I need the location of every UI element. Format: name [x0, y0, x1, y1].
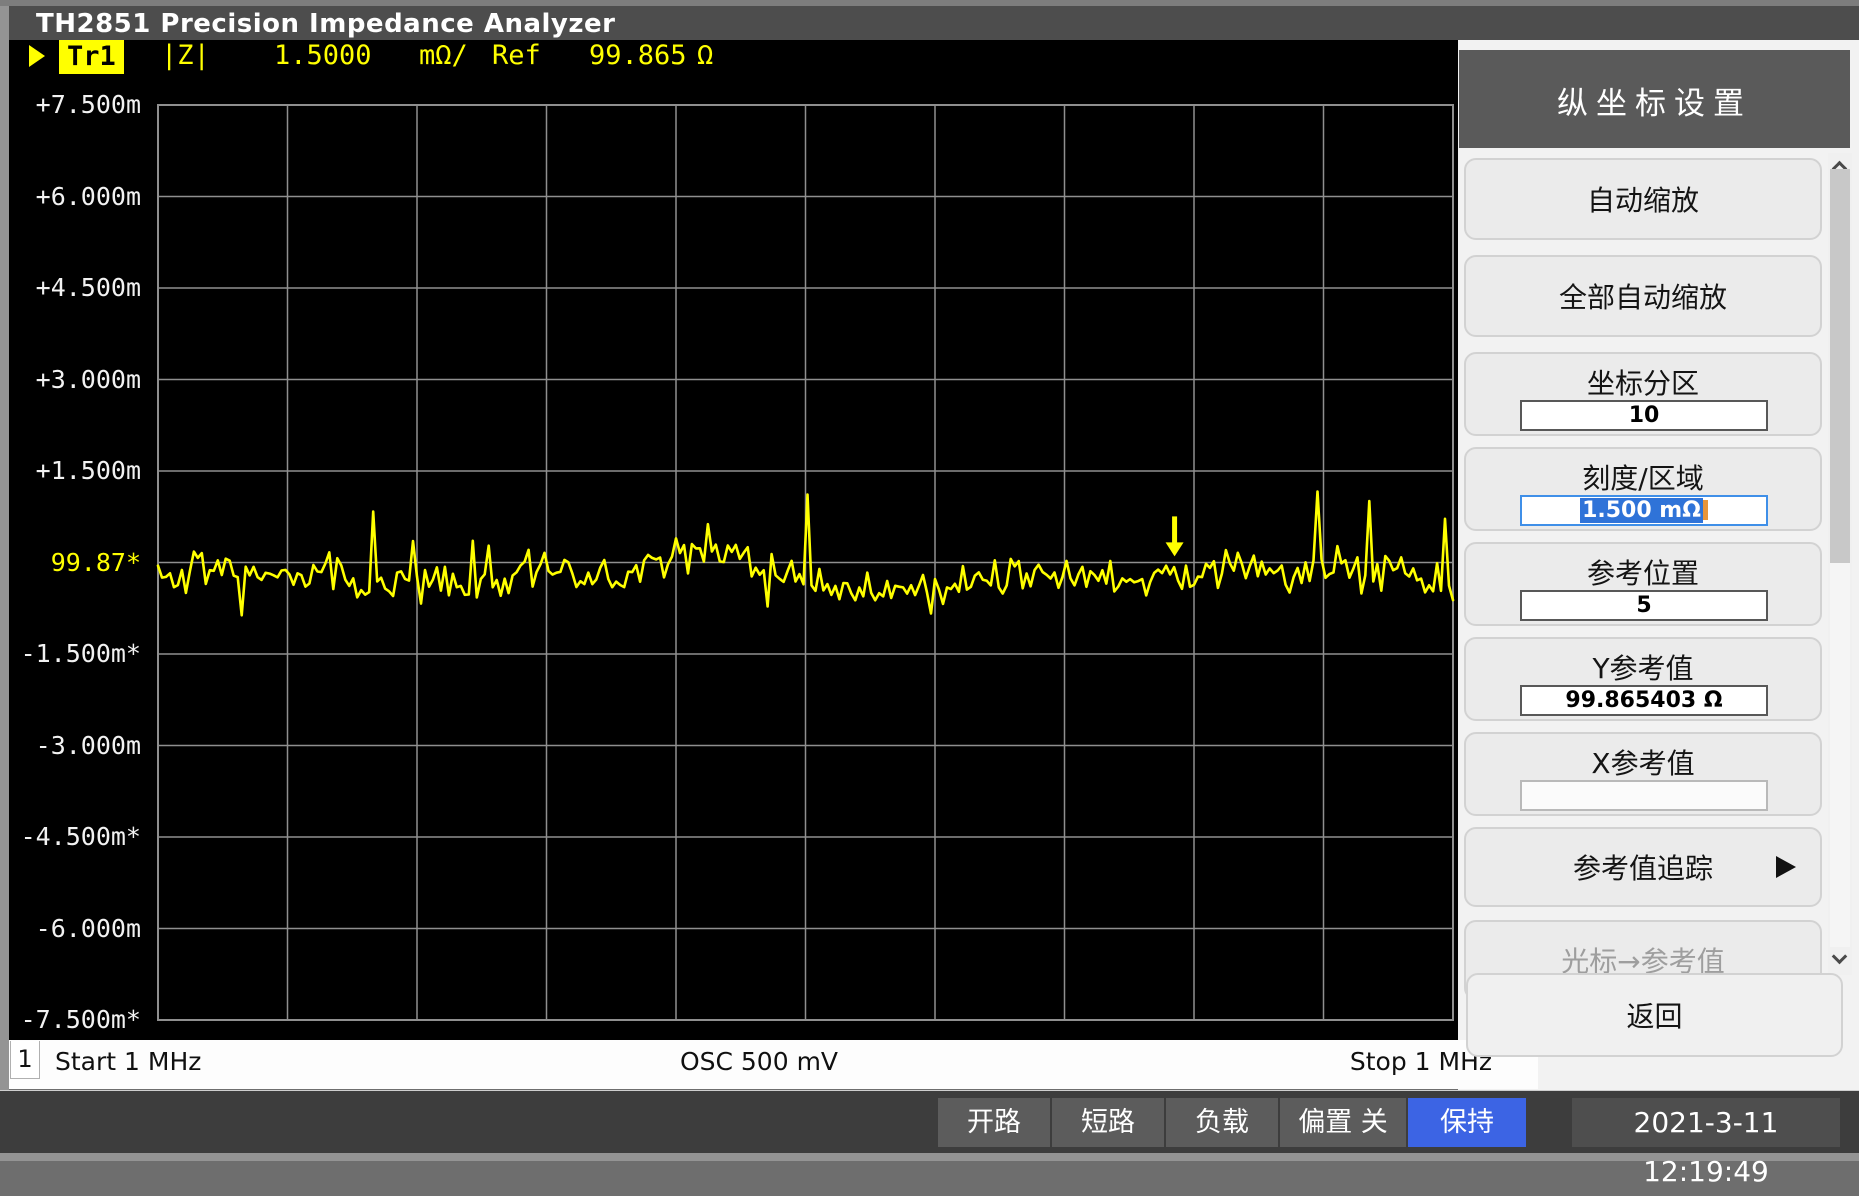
- marker-arrow-stem: [1172, 516, 1177, 543]
- reference-position-group: 参考位置 5: [1464, 542, 1822, 626]
- text-caret: [1703, 500, 1708, 520]
- title-bar: TH2851 Precision Impedance Analyzer: [9, 6, 1859, 40]
- panel-scrollbar[interactable]: [1828, 153, 1852, 975]
- bottom-toolbar: 开路 短路 负载 偏置 关 保持 2021-3-11 12:19:49: [0, 1090, 1859, 1153]
- auto-scale-all-button[interactable]: 全部自动缩放: [1464, 255, 1822, 337]
- vertical-axis-settings-panel: 纵坐标设置 自动缩放 全部自动缩放 坐标分区 10 刻度/区域 1.500 mΩ…: [1458, 40, 1859, 1090]
- x-reference-input[interactable]: [1520, 780, 1768, 811]
- window-frame-left: [0, 6, 9, 1155]
- scroll-down-button[interactable]: [1828, 947, 1852, 975]
- y-reference-group: Y参考值 99.865403 Ω: [1464, 637, 1822, 721]
- load-button[interactable]: 负载: [1166, 1098, 1278, 1147]
- scale-per-division-input[interactable]: 1.500 mΩ: [1520, 495, 1768, 526]
- hold-button[interactable]: 保持: [1408, 1098, 1526, 1147]
- selected-text: 1.500 mΩ: [1580, 498, 1703, 523]
- impedance-trace-plot: [9, 40, 1458, 1040]
- submenu-arrow-icon: [1776, 856, 1796, 878]
- x-reference-group: X参考值: [1464, 732, 1822, 816]
- scale-per-division-group: 刻度/区域 1.500 mΩ: [1464, 447, 1822, 531]
- marker-down-arrow-icon: [1166, 542, 1184, 556]
- chevron-down-icon: [1832, 949, 1848, 965]
- trace-display-area: Tr1 |Z| 1.5000 mΩ/ Ref 99.865 Ω +7.500m …: [9, 40, 1458, 1040]
- clock-display: 2021-3-11 12:19:49: [1572, 1098, 1840, 1147]
- bias-off-button[interactable]: 偏置 关: [1280, 1098, 1406, 1147]
- window-title: TH2851 Precision Impedance Analyzer: [36, 9, 615, 39]
- y-reference-input[interactable]: 99.865403 Ω: [1520, 685, 1768, 716]
- reference-position-label: 参考位置: [1466, 552, 1820, 592]
- panel-title: 纵坐标设置: [1459, 78, 1850, 123]
- reference-tracking-button[interactable]: 参考值追踪: [1464, 827, 1822, 907]
- divisions-group: 坐标分区 10: [1464, 352, 1822, 436]
- scrollbar-thumb[interactable]: [1830, 169, 1850, 563]
- back-button[interactable]: 返回: [1466, 973, 1843, 1057]
- x-reference-label: X参考值: [1466, 742, 1820, 782]
- divisions-label: 坐标分区: [1466, 362, 1820, 402]
- osc-level-label: OSC 500 mV: [9, 1047, 1509, 1076]
- open-circuit-button[interactable]: 开路: [938, 1098, 1050, 1147]
- short-circuit-button[interactable]: 短路: [1052, 1098, 1164, 1147]
- reference-position-input[interactable]: 5: [1520, 590, 1768, 621]
- panel-header: 纵坐标设置: [1459, 50, 1850, 148]
- divisions-input[interactable]: 10: [1520, 400, 1768, 431]
- auto-scale-button[interactable]: 自动缩放: [1464, 158, 1822, 240]
- window-frame-bottom: [0, 1153, 1859, 1161]
- scale-per-division-label: 刻度/区域: [1466, 457, 1820, 497]
- sweep-status-strip: 1 Start 1 MHz OSC 500 mV Stop 1 MHz: [9, 1040, 1538, 1089]
- y-reference-label: Y参考值: [1466, 647, 1820, 687]
